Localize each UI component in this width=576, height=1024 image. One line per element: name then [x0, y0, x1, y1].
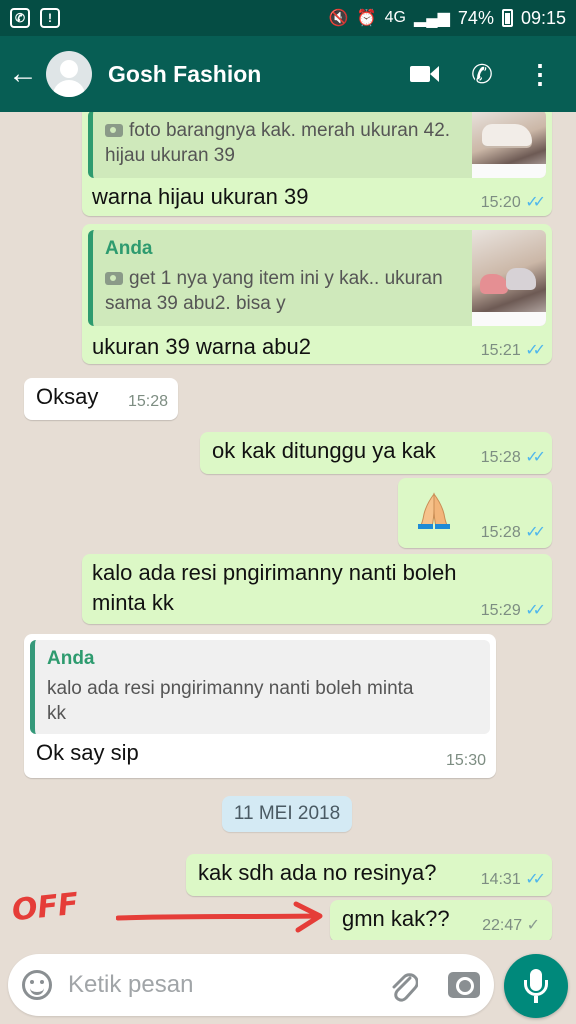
message-bubble[interactable]: kak sdh ada no resinya? 14:31 ✓✓	[186, 854, 552, 896]
camera-icon[interactable]	[448, 972, 480, 998]
quoted-author: Anda	[105, 238, 153, 259]
composer	[0, 940, 576, 1024]
voice-call-button[interactable]: ✆	[466, 58, 498, 90]
message-text: Oksay	[36, 384, 99, 409]
clock: 09:15	[520, 7, 566, 28]
message-text: Ok say sip	[36, 740, 139, 765]
status-bar: ✆ ! 🔇 ⏰ 4G ▂▄▆ 74% 09:15	[0, 0, 576, 36]
photo-icon	[105, 124, 123, 137]
folded-hands-emoji	[418, 492, 450, 529]
message-time: 15:30	[445, 752, 486, 769]
whatsapp-icon: ✆	[10, 8, 30, 28]
message-text-line: kalo ada resi pngirimanny nanti boleh	[92, 560, 457, 585]
back-arrow-icon[interactable]: ←	[0, 57, 46, 91]
video-call-button[interactable]	[408, 58, 440, 90]
read-ticks-icon: ✓✓	[525, 449, 546, 466]
battery-icon	[501, 9, 513, 27]
handwritten-note: OFF	[10, 886, 81, 929]
battery-level: 74%	[457, 7, 494, 28]
video-call-icon	[409, 66, 439, 82]
photo-icon	[105, 272, 123, 285]
attach-icon[interactable]	[388, 968, 418, 1002]
emoji-icon[interactable]	[22, 970, 52, 1000]
message-text: ukuran 39 warna abu2	[92, 334, 311, 359]
message-time: 15:21 ✓✓	[480, 342, 546, 359]
message-bubble[interactable]: foto barangnya kak. merah ukuran 42. hij…	[82, 112, 552, 216]
more-options-button[interactable]: ⋮	[524, 58, 556, 90]
message-time: 15:28	[127, 393, 168, 410]
message-bubble[interactable]: ok kak ditunggu ya kak 15:28 ✓✓	[200, 432, 552, 474]
message-text-line: minta kk	[92, 590, 174, 615]
red-arrow-annotation	[116, 901, 323, 933]
quoted-message[interactable]: foto barangnya kak. merah ukuran 42. hij…	[88, 112, 546, 178]
date-divider: 11 MEI 2018	[222, 796, 352, 832]
read-ticks-icon: ✓✓	[525, 602, 546, 619]
message-text: kak sdh ada no resinya?	[198, 860, 437, 885]
quoted-photo-thumbnail	[472, 230, 546, 326]
quoted-text: foto barangnya kak. merah ukuran 42. hij…	[105, 120, 451, 166]
sent-tick-icon: ✓	[526, 917, 540, 934]
message-text: ok kak ditunggu ya kak	[212, 438, 436, 463]
message-input-container	[8, 954, 494, 1016]
quoted-message[interactable]: Anda kalo ada resi pngirimanny nanti bol…	[30, 640, 490, 734]
message-list[interactable]: foto barangnya kak. merah ukuran 42. hij…	[0, 112, 576, 940]
chat-header: ← Gosh Fashion ✆ ⋮	[0, 36, 576, 112]
alarm-icon: ⏰	[356, 10, 377, 27]
signal-icon: ▂▄▆	[413, 10, 450, 27]
alert-icon: !	[40, 8, 60, 28]
message-time: 15:28 ✓✓	[480, 449, 546, 466]
message-text: warna hijau ukuran 39	[92, 184, 309, 209]
message-text: gmn kak??	[342, 906, 450, 931]
contact-name[interactable]: Gosh Fashion	[108, 61, 408, 88]
mute-icon: 🔇	[328, 10, 349, 27]
avatar[interactable]	[46, 51, 92, 97]
more-options-icon: ⋮	[527, 59, 553, 89]
quoted-text-line: kk	[47, 703, 66, 724]
message-bubble[interactable]: kalo ada resi pngirimanny nanti boleh mi…	[82, 554, 552, 624]
message-bubble[interactable]: gmn kak?? 22:47 ✓	[330, 900, 552, 940]
network-type: 4G	[384, 9, 406, 26]
message-time: 22:47 ✓	[482, 917, 540, 934]
message-time: 15:28 ✓✓	[480, 524, 546, 541]
message-bubble[interactable]: 15:28 ✓✓	[398, 478, 552, 548]
read-ticks-icon: ✓✓	[525, 871, 546, 888]
read-ticks-icon: ✓✓	[525, 524, 546, 541]
message-time: 15:29 ✓✓	[480, 602, 546, 619]
quoted-text-line: kalo ada resi pngirimanny nanti boleh mi…	[47, 678, 414, 699]
message-bubble[interactable]: Oksay 15:28	[24, 378, 178, 420]
voice-record-button[interactable]	[504, 954, 568, 1018]
message-time: 14:31 ✓✓	[480, 871, 546, 888]
phone-icon: ✆	[471, 58, 493, 89]
quoted-message[interactable]: Anda get 1 nya yang item ini y kak.. uku…	[88, 230, 546, 326]
message-time: 15:20 ✓✓	[480, 194, 546, 211]
quoted-author: Anda	[47, 648, 95, 669]
quoted-photo-thumbnail	[472, 112, 546, 178]
read-ticks-icon: ✓✓	[525, 342, 546, 359]
message-bubble[interactable]: Anda kalo ada resi pngirimanny nanti bol…	[24, 634, 496, 778]
message-bubble[interactable]: Anda get 1 nya yang item ini y kak.. uku…	[82, 224, 552, 364]
read-ticks-icon: ✓✓	[525, 194, 546, 211]
quoted-text: get 1 nya yang item ini y kak.. ukuran s…	[105, 268, 443, 314]
message-input[interactable]	[68, 964, 368, 1006]
